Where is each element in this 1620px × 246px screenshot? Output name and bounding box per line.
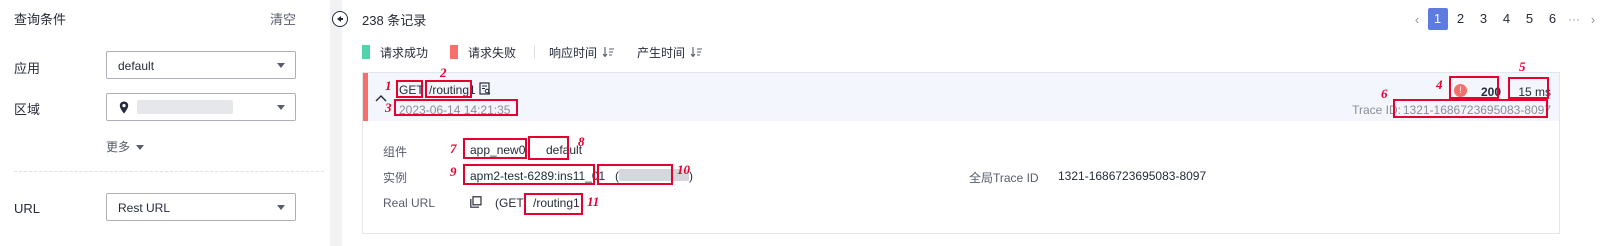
- annotation-label-2: 2: [440, 65, 447, 80]
- sort-response-time-label: 响应时间: [549, 45, 598, 60]
- fail-swatch: [450, 45, 459, 59]
- panel-splitter[interactable]: [330, 0, 342, 246]
- legend-success: 请求成功: [362, 44, 428, 61]
- legend-bar: 请求成功 请求失败 响应时间 产生时间: [362, 44, 725, 60]
- annotation-box-4: [1449, 76, 1499, 99]
- region-select[interactable]: [106, 93, 296, 121]
- annotation-box-10: [597, 164, 673, 185]
- sort-by-response-time[interactable]: 响应时间: [549, 44, 615, 61]
- fail-status-bar: [363, 73, 368, 121]
- annotation-box-3: [394, 99, 518, 116]
- legend-divider: [534, 45, 536, 59]
- prev-page-button[interactable]: ‹: [1408, 12, 1426, 27]
- more-pages-ellipsis[interactable]: ···: [1564, 12, 1584, 26]
- annotation-box-11: [524, 193, 583, 215]
- annotation-box-6: [1393, 99, 1548, 118]
- annotation-label-10: 10: [677, 162, 690, 177]
- annotation-box-5: [1508, 77, 1549, 99]
- sort-descending-icon: [691, 47, 703, 57]
- chevron-down-icon: [277, 205, 285, 210]
- annotation-box-2: [425, 80, 472, 98]
- filter-divider: [14, 171, 324, 172]
- url-select-value: Rest URL: [118, 201, 171, 215]
- global-trace-label: 全局Trace ID: [969, 171, 1039, 185]
- page-2-button[interactable]: 2: [1451, 8, 1471, 30]
- sort-created-time-label: 产生时间: [637, 45, 686, 60]
- legend-success-label: 请求成功: [380, 45, 429, 60]
- legend-fail: 请求失败: [450, 44, 516, 61]
- success-swatch: [362, 45, 370, 59]
- global-trace-value: 1321-1686723695083-8097: [1058, 169, 1207, 183]
- chevron-down-icon: [277, 105, 285, 110]
- app-select[interactable]: default: [106, 51, 296, 79]
- page-3-button[interactable]: 3: [1474, 8, 1494, 30]
- component-label: 组件: [383, 145, 408, 159]
- annotation-label-6: 6: [1381, 86, 1388, 101]
- annotation-box-9: [463, 164, 595, 185]
- region-value-redacted: [137, 100, 233, 114]
- region-label: 区域: [14, 102, 41, 117]
- page-5-button[interactable]: 5: [1520, 8, 1540, 30]
- url-label: URL: [14, 201, 41, 216]
- filter-panel: 查询条件 清空 应用 default 区域 更多 URL Rest URL: [0, 0, 330, 246]
- url-select[interactable]: Rest URL: [106, 193, 296, 221]
- annotation-label-7: 7: [450, 141, 457, 156]
- pagination: ‹ 1 2 3 4 5 6 ··· ›: [1408, 8, 1602, 30]
- annotation-label-1: 1: [385, 78, 392, 93]
- page-6-button[interactable]: 6: [1543, 8, 1563, 30]
- copy-icon[interactable]: [470, 196, 482, 208]
- chevron-down-icon: [277, 63, 285, 68]
- sort-by-created-time[interactable]: 产生时间: [637, 44, 703, 61]
- annotation-box-8: [528, 136, 569, 160]
- real-url-method: (GET: [495, 196, 524, 210]
- page-4-button[interactable]: 4: [1497, 8, 1517, 30]
- more-filters-toggle[interactable]: 更多: [106, 138, 145, 155]
- collapse-panel-icon[interactable]: [332, 11, 348, 27]
- real-url-label: Real URL: [383, 196, 436, 210]
- app-select-value: default: [118, 59, 155, 73]
- annotation-label-11: 11: [587, 194, 600, 209]
- clear-filters-button[interactable]: 清空: [270, 9, 296, 28]
- sort-descending-icon: [603, 47, 615, 57]
- app-label: 应用: [14, 61, 41, 76]
- page-1-button[interactable]: 1: [1427, 8, 1448, 30]
- detail-view-icon[interactable]: [479, 82, 491, 95]
- legend-fail-label: 请求失败: [468, 45, 517, 60]
- annotation-label-5: 5: [1519, 59, 1526, 74]
- annotation-box-1: [396, 80, 423, 98]
- more-label: 更多: [106, 140, 131, 154]
- location-pin-icon: [119, 101, 129, 114]
- filter-title: 查询条件: [14, 12, 67, 27]
- next-page-button[interactable]: ›: [1584, 12, 1602, 27]
- annotation-label-3: 3: [385, 100, 392, 115]
- annotation-label-4: 4: [1436, 77, 1443, 92]
- annotation-label-9: 9: [450, 164, 457, 179]
- instance-label: 实例: [383, 171, 408, 185]
- trace-record-header[interactable]: GET /routing1 2023-06-14 14:21:35 ! 200 …: [363, 73, 1559, 121]
- annotation-box-7: [463, 138, 527, 159]
- annotation-label-8: 8: [578, 134, 585, 149]
- record-count: 238 条记录: [362, 13, 427, 28]
- caret-down-icon: [136, 145, 145, 150]
